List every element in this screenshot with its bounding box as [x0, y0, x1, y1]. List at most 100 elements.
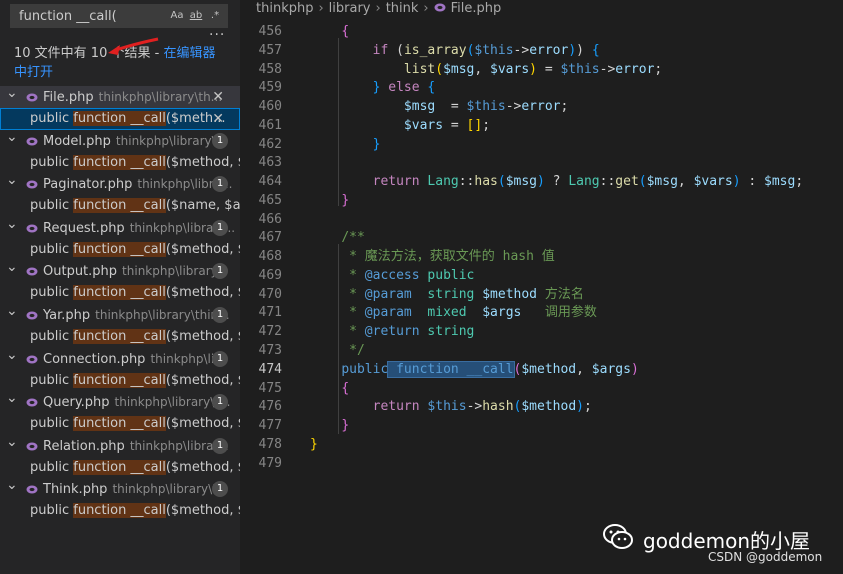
line-source[interactable]: }	[310, 136, 381, 155]
chevron-down-icon[interactable]: ⌄	[6, 304, 18, 322]
result-file-row[interactable]: ⌄ Think.php thinkphp\library\t... 1	[0, 478, 240, 500]
match-case-toggle[interactable]: Aa	[169, 8, 185, 24]
code-line[interactable]: 478}	[240, 436, 843, 455]
line-source[interactable]: list($msg, $vars) = $this->error;	[310, 61, 662, 80]
line-source[interactable]: * @param mixed $args 调用参数	[310, 304, 597, 323]
code-line[interactable]: 476 return $this->hash($method);	[240, 398, 843, 417]
line-source[interactable]: return Lang::has($msg) ? Lang::get($msg,…	[310, 173, 804, 192]
line-source[interactable]: public function __call($method, $args)	[310, 360, 639, 380]
result-match-row[interactable]: public function __call($method, $ar...	[0, 282, 240, 304]
result-file-row[interactable]: ⌄ File.php thinkphp\library\th... ✕	[0, 86, 240, 108]
breadcrumb-item[interactable]: library	[329, 1, 371, 16]
code-line[interactable]: 464 return Lang::has($msg) ? Lang::get($…	[240, 173, 843, 192]
result-file-row[interactable]: ⌄ Output.php thinkphp\library... 1	[0, 260, 240, 282]
code-lines[interactable]: 456 {457 if (is_array($this->error)) {45…	[240, 23, 843, 473]
breadcrumb-item[interactable]: thinkphp	[256, 1, 313, 16]
line-source[interactable]: if (is_array($this->error)) {	[310, 42, 600, 61]
code-line[interactable]: 456 {	[240, 23, 843, 42]
result-file-row[interactable]: ⌄ Model.php thinkphp\library\... 1	[0, 130, 240, 152]
code-token: public	[341, 361, 389, 377]
chevron-down-icon[interactable]: ⌄	[6, 86, 18, 104]
code-line[interactable]: 463	[240, 154, 843, 173]
breadcrumb-item[interactable]: think	[386, 1, 419, 16]
wechat-logo-icon	[603, 524, 633, 549]
chevron-down-icon[interactable]: ⌄	[6, 391, 18, 409]
result-match-row[interactable]: public function __call($method, $ar...	[0, 413, 240, 435]
code-line[interactable]: 477 }	[240, 417, 843, 436]
chevron-down-icon[interactable]: ⌄	[6, 348, 18, 366]
search-query-text[interactable]: function __call(	[19, 9, 117, 24]
result-file-row[interactable]: ⌄ Paginator.php thinkphp\libra... 1	[0, 173, 240, 195]
chevron-down-icon[interactable]: ⌄	[6, 130, 18, 148]
line-source[interactable]: * @param string $method 方法名	[310, 286, 584, 305]
more-options-icon[interactable]: ···	[209, 27, 225, 43]
chevron-down-icon[interactable]: ⌄	[6, 173, 18, 191]
result-file-row[interactable]: ⌄ Relation.php thinkphp\librar... 1	[0, 435, 240, 457]
result-match-row[interactable]: public function __call($method, $ar...	[0, 326, 240, 348]
code-line[interactable]: 459 } else {	[240, 79, 843, 98]
line-source[interactable]: $msg = $this->error;	[310, 98, 568, 117]
line-source[interactable]: }	[310, 436, 318, 455]
line-source[interactable]: {	[310, 380, 349, 399]
line-source[interactable]: {	[310, 23, 349, 42]
line-source[interactable]: $vars = [];	[310, 117, 490, 136]
result-match-row[interactable]: public function __call($method, $pa...	[0, 500, 240, 522]
result-match-row[interactable]: public function __call($method, $ar...	[0, 457, 240, 479]
code-token: @access	[364, 267, 420, 283]
result-match-row[interactable]: public function __call($meth... ✕	[0, 108, 240, 130]
code-line[interactable]: 460 $msg = $this->error;	[240, 98, 843, 117]
code-line[interactable]: 467 /**	[240, 229, 843, 248]
chevron-down-icon[interactable]: ⌄	[6, 435, 18, 453]
line-source[interactable]: */	[310, 342, 365, 361]
code-line[interactable]: 473 */	[240, 342, 843, 361]
result-file-row[interactable]: ⌄ Yar.php thinkphp\library\thin... 1	[0, 304, 240, 326]
line-source[interactable]: } else {	[310, 79, 436, 98]
code-token: []	[466, 117, 483, 133]
code-line[interactable]: 475 {	[240, 380, 843, 399]
search-input[interactable]: function __call( Aa ab .*	[10, 4, 228, 28]
result-match-row[interactable]: public function __call($name, $argu...	[0, 195, 240, 217]
code-token: $method	[482, 286, 538, 302]
code-line[interactable]: 461 $vars = [];	[240, 117, 843, 136]
result-file-row[interactable]: ⌄ Connection.php thinkphp\li... 1	[0, 348, 240, 370]
result-file-row[interactable]: ⌄ Query.php thinkphp\library\t... 1	[0, 391, 240, 413]
code-line[interactable]: 470 * @param string $method 方法名	[240, 286, 843, 305]
code-token: Lang	[568, 174, 600, 190]
code-line[interactable]: 471 * @param mixed $args 调用参数	[240, 304, 843, 323]
code-line[interactable]: 457 if (is_array($this->error)) {	[240, 42, 843, 61]
code-line[interactable]: 468 * 魔法方法，获取文件的 hash 值	[240, 248, 843, 267]
line-source[interactable]: * 魔法方法，获取文件的 hash 值	[310, 248, 555, 267]
code-line[interactable]: 458 list($msg, $vars) = $this->error;	[240, 61, 843, 80]
chevron-down-icon[interactable]: ⌄	[6, 260, 18, 278]
line-source[interactable]: return $this->hash($method);	[310, 398, 592, 417]
code-line[interactable]: 472 * @return string	[240, 323, 843, 342]
code-token: return	[372, 399, 420, 415]
result-match-row[interactable]: public function __call($method, $ar...	[0, 370, 240, 392]
use-regex-toggle[interactable]: .*	[207, 8, 223, 24]
code-token: }	[310, 436, 318, 452]
code-line[interactable]: 474 public function __call($method, $arg…	[240, 360, 843, 380]
result-match-row[interactable]: public function __call($method, $ar...	[0, 239, 240, 261]
code-line[interactable]: 469 * @access public	[240, 267, 843, 286]
code-line[interactable]: 466	[240, 211, 843, 230]
line-source[interactable]: }	[310, 192, 349, 211]
result-match-row[interactable]: public function __call($method, $ar...	[0, 152, 240, 174]
line-source[interactable]: * @return string	[310, 323, 474, 342]
code-line[interactable]: 479	[240, 455, 843, 474]
match-whole-word-toggle[interactable]: ab	[188, 8, 204, 24]
line-source[interactable]: * @access public	[310, 267, 474, 286]
code-token: :	[740, 174, 765, 190]
code-line[interactable]: 465 }	[240, 192, 843, 211]
line-source[interactable]: }	[310, 417, 349, 436]
dismiss-file-icon[interactable]: ✕	[212, 86, 224, 108]
dismiss-match-icon[interactable]: ✕	[212, 108, 224, 130]
line-source[interactable]: /**	[310, 229, 364, 248]
chevron-down-icon[interactable]: ⌄	[6, 478, 18, 496]
breadcrumb-item[interactable]: File.php	[451, 1, 502, 16]
result-file-row[interactable]: ⌄ Request.php thinkphp\library... 1	[0, 217, 240, 239]
code-line[interactable]: 462 }	[240, 136, 843, 155]
code-token: $msg	[403, 99, 436, 115]
chevron-down-icon[interactable]: ⌄	[6, 217, 18, 235]
